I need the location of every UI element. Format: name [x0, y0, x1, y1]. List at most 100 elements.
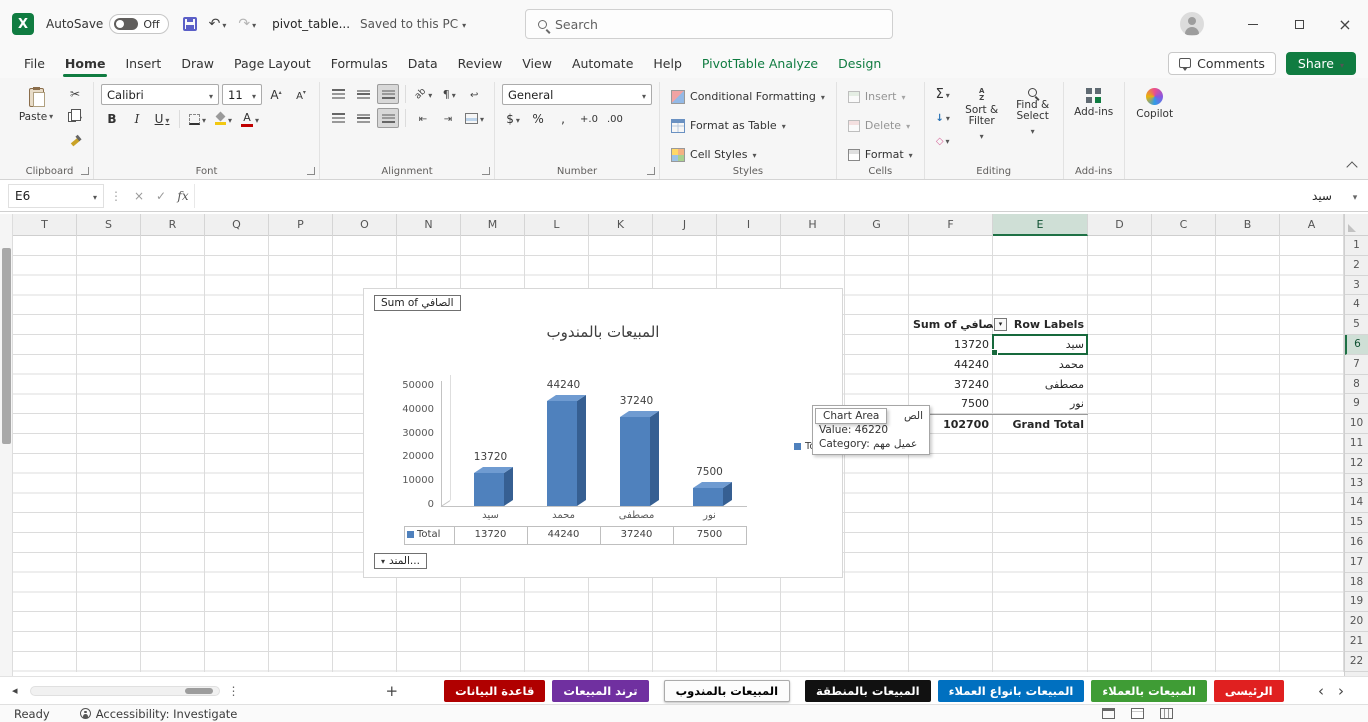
pivot-chart[interactable]: Sum of الصافي المبيعات بالمندوب 0 10000 20…	[363, 288, 843, 578]
select-all-corner[interactable]	[1345, 214, 1368, 236]
share-button[interactable]: Share	[1285, 51, 1356, 75]
chart-bar[interactable]	[692, 482, 732, 506]
search-box[interactable]: Search	[525, 9, 893, 39]
accounting-format-button[interactable]: $	[502, 109, 524, 129]
autosave-toggle[interactable]: Off	[109, 14, 169, 34]
underline-button[interactable]: U	[151, 109, 173, 129]
paste-button[interactable]: Paste	[13, 84, 59, 150]
clear-button[interactable]	[932, 130, 954, 150]
column-header-M[interactable]: M	[461, 214, 525, 236]
increase-decimal-button[interactable]: +.0	[577, 109, 601, 129]
tab-scroll-left-icon[interactable]	[12, 684, 18, 697]
row-header-14[interactable]: 14	[1345, 493, 1368, 514]
tab-scroll-next-icon[interactable]	[1338, 682, 1344, 700]
sheet-tab-5[interactable]: المبيعات بانواع العملاء	[937, 679, 1085, 702]
row-header-8[interactable]: 8	[1345, 375, 1368, 395]
row-header-20[interactable]: 20	[1345, 612, 1368, 632]
top-align-button[interactable]	[327, 84, 349, 104]
collapse-ribbon-icon[interactable]	[1346, 161, 1358, 173]
italic-button[interactable]: I	[126, 109, 148, 129]
ribbon-tab-page-layout[interactable]: Page Layout	[224, 48, 321, 78]
pivot-row-label[interactable]: نور	[993, 394, 1088, 414]
minimize-button[interactable]	[1230, 0, 1276, 48]
horizontal-scrollbar-thumb[interactable]	[184, 687, 213, 694]
ribbon-tab-view[interactable]: View	[512, 48, 562, 78]
number-format-combo[interactable]: General	[502, 84, 653, 105]
pivot-row-labels-header[interactable]: Row Labels ▾	[993, 315, 1088, 335]
bottom-align-button[interactable]	[377, 84, 399, 104]
comments-button[interactable]: Comments	[1168, 51, 1276, 75]
pivot-row-value[interactable]: 44240	[909, 355, 993, 375]
pivot-row-value[interactable]: 37240	[909, 375, 993, 395]
align-left-button[interactable]	[327, 108, 349, 128]
row-header-9[interactable]: 9	[1345, 394, 1368, 415]
middle-align-button[interactable]	[352, 84, 374, 104]
align-center-button[interactable]	[352, 108, 374, 128]
row-header-3[interactable]: 3	[1345, 276, 1368, 296]
close-button[interactable]	[1322, 0, 1368, 48]
chart-bar[interactable]	[619, 411, 659, 506]
paste-dropdown-icon[interactable]	[49, 110, 53, 123]
row-header-4[interactable]: 4	[1345, 295, 1368, 316]
row-header-17[interactable]: 17	[1345, 553, 1368, 573]
sort-filter-button[interactable]: Sort & Filter	[959, 84, 1005, 150]
row-header-22[interactable]: 22	[1345, 652, 1368, 672]
formula-input[interactable]: سيد	[194, 183, 1342, 208]
text-direction-button[interactable]	[438, 84, 460, 104]
format-painter-button[interactable]	[64, 130, 86, 150]
font-dialog-launcher-icon[interactable]	[307, 167, 315, 175]
column-header-D[interactable]: D	[1088, 214, 1152, 236]
row-header-19[interactable]: 19	[1345, 592, 1368, 613]
column-header-T[interactable]: T	[13, 214, 77, 236]
column-header-I[interactable]: I	[717, 214, 781, 236]
ribbon-tab-data[interactable]: Data	[398, 48, 448, 78]
column-header-Q[interactable]: Q	[205, 214, 269, 236]
column-header-R[interactable]: R	[141, 214, 205, 236]
pivot-row-value[interactable]: 13720	[909, 335, 993, 355]
chart-axis-field-button[interactable]: المند...	[374, 553, 427, 569]
column-header-E[interactable]: E	[993, 214, 1088, 236]
pivot-value-header[interactable]: Sum of الصافي	[909, 315, 993, 335]
row-header-5[interactable]: 5	[1345, 315, 1368, 335]
increase-indent-button[interactable]	[437, 108, 459, 128]
vertical-scrollbar[interactable]	[0, 214, 13, 676]
align-right-button[interactable]	[377, 108, 399, 128]
insert-function-icon[interactable]: fx	[172, 189, 194, 203]
row-labels-filter-icon[interactable]: ▾	[994, 318, 1007, 332]
save-status[interactable]: Saved to this PC	[360, 17, 466, 31]
borders-button[interactable]	[186, 109, 209, 129]
column-header-B[interactable]: B	[1216, 214, 1280, 236]
row-header-12[interactable]: 12	[1345, 454, 1368, 474]
cut-button[interactable]	[64, 84, 86, 104]
format-as-table-button[interactable]: Format as Table	[667, 113, 829, 138]
conditional-formatting-button[interactable]: Conditional Formatting	[667, 84, 829, 109]
format-cells-button[interactable]: Format	[844, 142, 917, 167]
row-header-7[interactable]: 7	[1345, 355, 1368, 375]
font-size-combo[interactable]: 11	[222, 84, 262, 105]
row-header-6[interactable]: 6	[1345, 335, 1368, 355]
maximize-button[interactable]	[1276, 0, 1322, 48]
undo-button[interactable]	[209, 16, 227, 32]
column-header-K[interactable]: K	[589, 214, 653, 236]
sheet-tab-2[interactable]: ترند المبيعات	[552, 679, 649, 702]
percent-style-button[interactable]: %	[527, 109, 549, 129]
wrap-text-button[interactable]	[463, 84, 485, 104]
insert-cells-button[interactable]: Insert	[844, 84, 917, 109]
tab-scroll-prev-icon[interactable]	[1318, 682, 1324, 700]
ribbon-tab-help[interactable]: Help	[643, 48, 692, 78]
decrease-decimal-button[interactable]: .00	[604, 109, 626, 129]
chart-bar[interactable]	[546, 394, 586, 506]
ribbon-tab-pivottable-analyze[interactable]: PivotTable Analyze	[692, 48, 828, 78]
pivot-row-label[interactable]: مصطفى	[993, 375, 1088, 395]
ribbon-tab-design[interactable]: Design	[828, 48, 891, 78]
sheet-tab-1[interactable]: قاعدة البيانات	[444, 679, 546, 702]
account-avatar[interactable]	[1180, 12, 1204, 36]
formula-bar-expand-icon[interactable]	[1342, 189, 1368, 203]
axis-field-dropdown-icon[interactable]	[381, 555, 385, 567]
sheet-tab-7[interactable]: الرئيسى	[1213, 679, 1284, 702]
ribbon-tab-formulas[interactable]: Formulas	[321, 48, 398, 78]
pivot-grand-total-label[interactable]: Grand Total	[993, 414, 1088, 434]
bold-button[interactable]: B	[101, 109, 123, 129]
column-header-C[interactable]: C	[1152, 214, 1216, 236]
save-icon[interactable]	[182, 17, 197, 31]
